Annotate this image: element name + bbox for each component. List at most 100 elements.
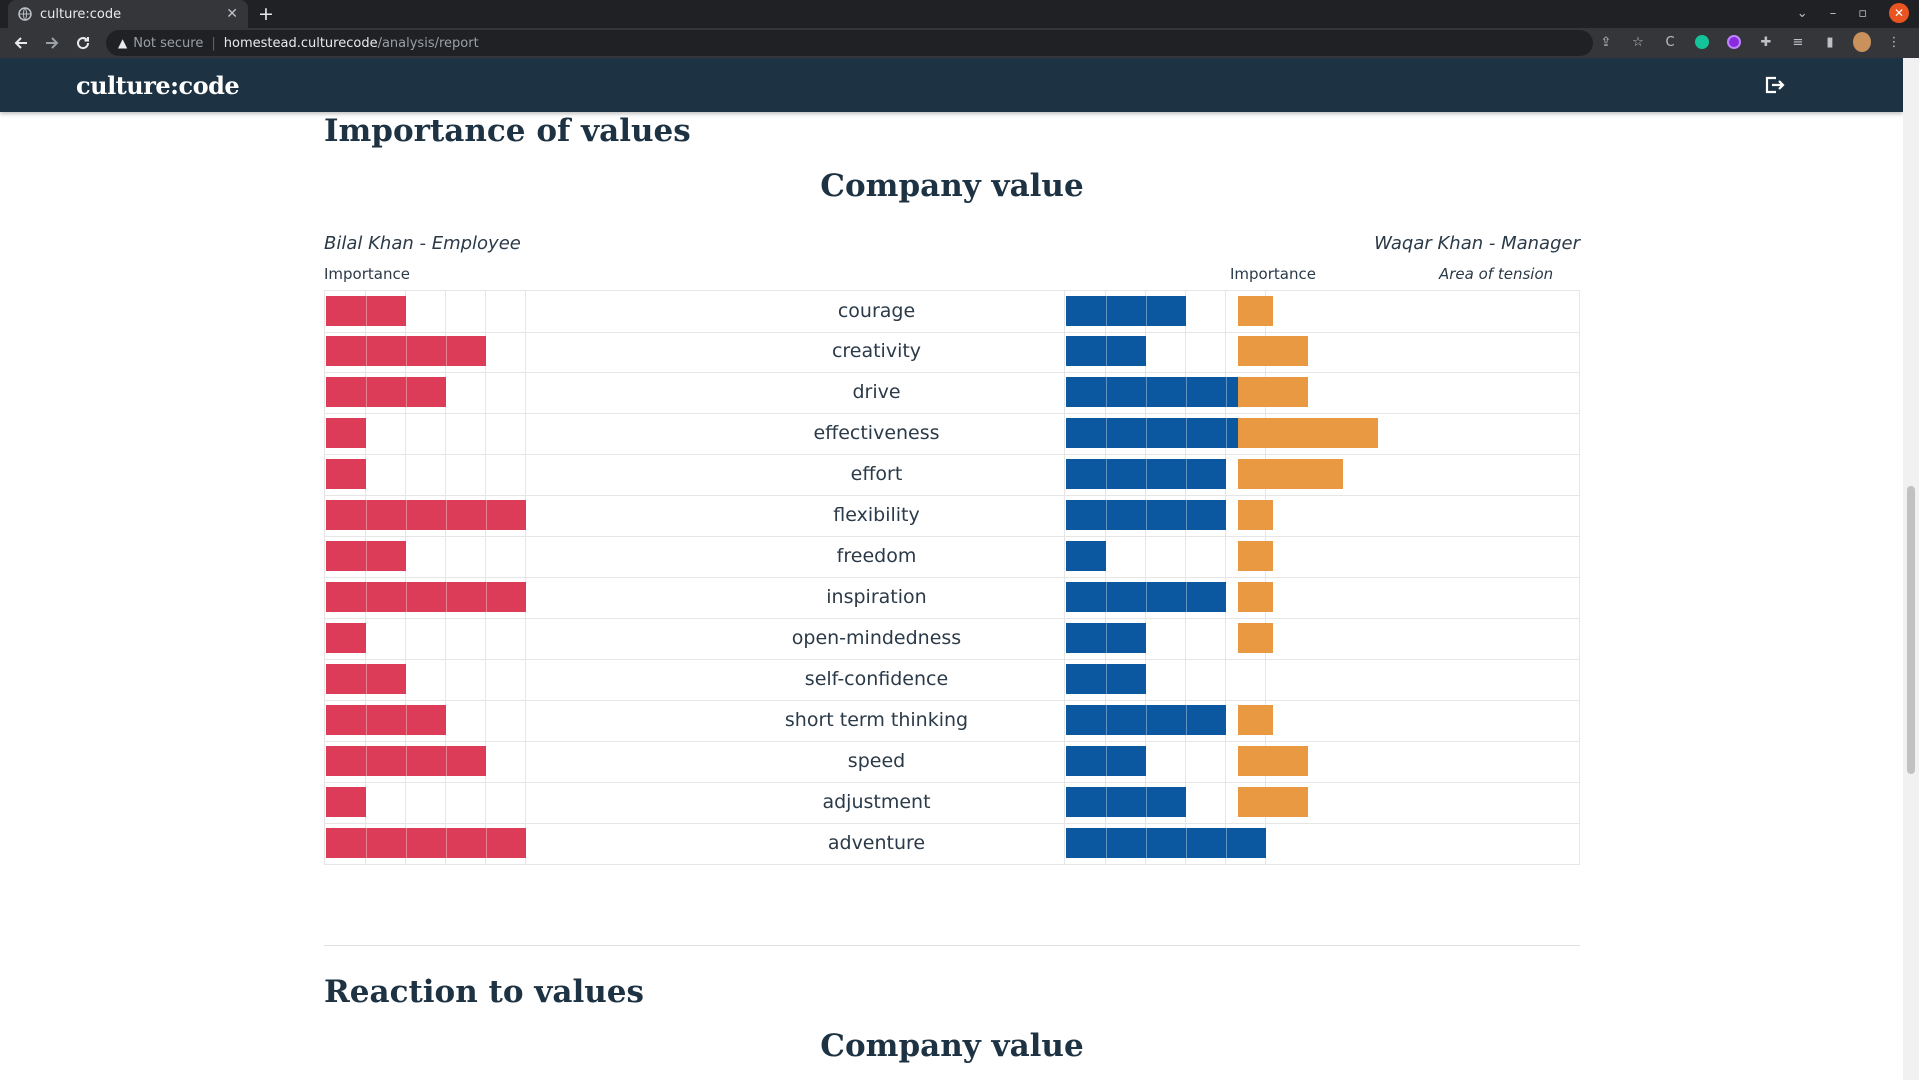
value-row: freedom xyxy=(324,536,1580,578)
bar-segment-line xyxy=(446,746,447,776)
bar-segment-line xyxy=(1106,296,1107,326)
bar-segment-line xyxy=(1146,459,1147,489)
value-row: speed xyxy=(324,741,1580,783)
tension-bar xyxy=(1238,787,1308,817)
tension-cell xyxy=(1231,782,1580,823)
grid-line xyxy=(445,536,446,577)
grid-line xyxy=(1225,782,1226,823)
employee-label: Bilal Khan - Employee xyxy=(324,233,521,254)
bar-segment-line xyxy=(406,746,407,776)
grid-line xyxy=(1225,536,1226,577)
grid-line xyxy=(1145,536,1146,577)
bar-segment-line xyxy=(446,828,447,858)
bar-segment-line xyxy=(1106,500,1107,530)
extension-ci-icon[interactable]: C xyxy=(1661,33,1679,51)
purple-dot xyxy=(1727,35,1741,49)
value-row: short term thinking xyxy=(324,700,1580,742)
employee-importance-bar xyxy=(326,705,446,735)
brand-logo[interactable]: culture:code xyxy=(76,71,240,100)
employee-importance-bar xyxy=(326,377,446,407)
bar-segment-line xyxy=(366,705,367,735)
bar-segment-line xyxy=(406,705,407,735)
logout-icon[interactable] xyxy=(1763,74,1785,96)
tension-cell xyxy=(1231,659,1580,700)
bar-segment-line xyxy=(366,664,367,694)
minimize-icon[interactable]: – xyxy=(1830,6,1837,21)
share-icon[interactable]: ⇪ xyxy=(1597,33,1615,51)
maximize-icon[interactable]: ▫ xyxy=(1858,6,1867,21)
tension-bar xyxy=(1238,500,1273,530)
tension-bar xyxy=(1238,418,1378,448)
employee-cells xyxy=(324,618,526,659)
grid-line xyxy=(485,536,486,577)
bar-segment-line xyxy=(366,541,367,571)
company-value-heading: Company value xyxy=(820,168,1084,204)
browser-tab[interactable]: culture:code ✕ xyxy=(8,0,248,28)
tab-close-icon[interactable]: ✕ xyxy=(226,6,238,22)
employee-cells xyxy=(324,700,526,741)
reload-icon[interactable] xyxy=(70,30,96,56)
tension-cell xyxy=(1231,291,1580,332)
employee-cells xyxy=(324,659,526,700)
grid-line xyxy=(445,291,446,332)
employee-importance-bar xyxy=(326,459,366,489)
side-panel-icon[interactable]: ▮ xyxy=(1821,33,1839,51)
grid-line xyxy=(445,618,446,659)
bar-segment-line xyxy=(406,336,407,366)
grid-line xyxy=(405,413,406,454)
page-scrollbar[interactable] xyxy=(1903,58,1919,1080)
extension-purple-icon[interactable] xyxy=(1725,33,1743,51)
bar-segment-line xyxy=(1106,336,1107,366)
url-host: homestead.culturecode xyxy=(223,35,378,51)
tension-bar xyxy=(1238,541,1273,571)
bar-segment-line xyxy=(1146,418,1147,448)
kebab-menu-icon[interactable]: ⋮ xyxy=(1885,33,1903,51)
page-viewport: culture:code Importance of values Compan… xyxy=(0,58,1903,1080)
employee-cells xyxy=(324,495,526,536)
bar-segment-line xyxy=(1146,582,1147,612)
tension-cell xyxy=(1231,495,1580,536)
bookmark-star-icon[interactable]: ☆ xyxy=(1629,33,1647,51)
employee-importance-bar xyxy=(326,418,366,448)
reading-list-icon[interactable]: ≡ xyxy=(1789,33,1807,51)
security-label: Not secure xyxy=(133,35,204,51)
grid-line xyxy=(1185,618,1186,659)
grid-line xyxy=(1225,331,1226,372)
value-row: adjustment xyxy=(324,782,1580,824)
employee-cells xyxy=(324,741,526,782)
tension-cell xyxy=(1231,618,1580,659)
manager-importance-bar xyxy=(1066,787,1186,817)
forward-icon[interactable] xyxy=(39,30,65,56)
bar-segment-line xyxy=(1186,582,1187,612)
bar-segment-line xyxy=(1106,377,1107,407)
bar-segment-line xyxy=(1226,377,1227,407)
grid-line xyxy=(1225,659,1226,700)
tension-bar xyxy=(1238,377,1308,407)
back-icon[interactable] xyxy=(8,30,34,56)
employee-cells xyxy=(324,536,526,577)
section-divider xyxy=(324,945,1580,946)
window-controls: ⌄ – ▫ ✕ xyxy=(1797,3,1909,23)
grid-line xyxy=(405,782,406,823)
bar-segment-line xyxy=(1106,623,1107,653)
employee-cells xyxy=(324,454,526,495)
browser-toolbar: ▲ Not secure | homestead.culturecode /an… xyxy=(0,28,1919,58)
close-window-icon[interactable]: ✕ xyxy=(1889,3,1909,23)
new-tab-icon[interactable]: + xyxy=(258,3,274,25)
manager-importance-header: Importance xyxy=(1230,265,1316,283)
value-row: adventure xyxy=(324,823,1580,865)
puzzle-icon[interactable]: ✚ xyxy=(1757,33,1775,51)
grid-line xyxy=(1185,659,1186,700)
scrollbar-thumb[interactable] xyxy=(1907,486,1915,774)
manager-importance-bar xyxy=(1066,296,1186,326)
grammarly-dot xyxy=(1695,35,1709,49)
grammarly-icon[interactable] xyxy=(1693,33,1711,51)
tab-search-icon[interactable]: ⌄ xyxy=(1797,6,1808,21)
tension-cell xyxy=(1231,577,1580,618)
employee-cells xyxy=(324,291,526,332)
address-bar[interactable]: ▲ Not secure | homestead.culturecode /an… xyxy=(106,30,1593,56)
bar-segment-line xyxy=(1226,828,1227,858)
grid-line xyxy=(1185,536,1186,577)
profile-avatar[interactable] xyxy=(1853,32,1871,52)
value-row: drive xyxy=(324,372,1580,414)
